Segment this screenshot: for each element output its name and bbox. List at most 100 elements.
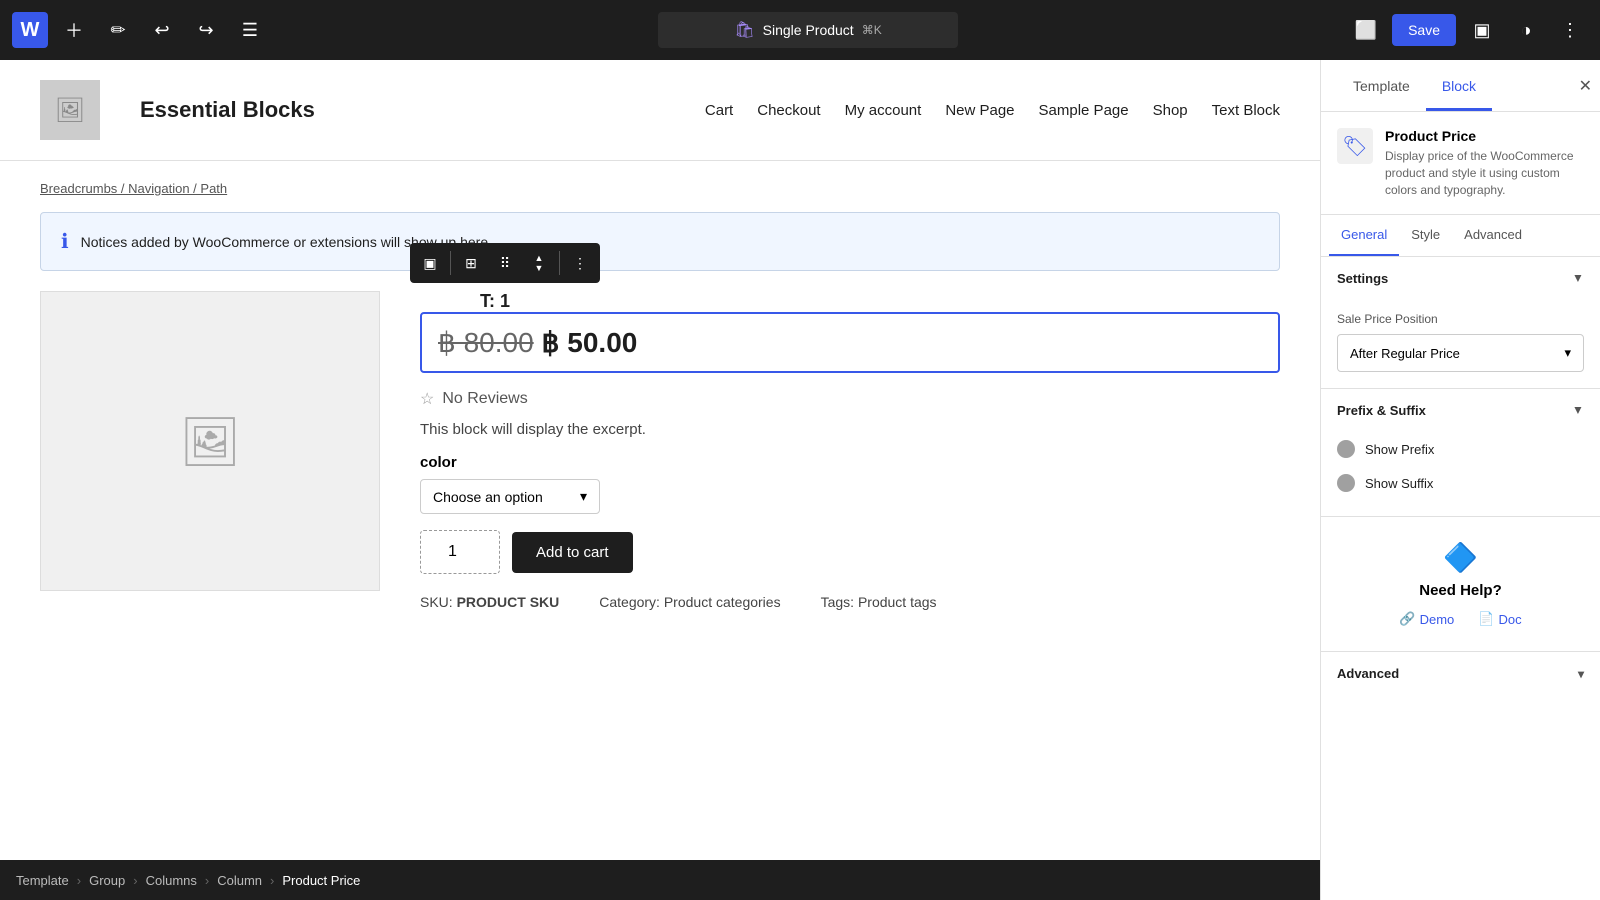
regular-price: ฿ 80.00 [438,326,534,359]
show-suffix-toggle[interactable] [1337,474,1355,492]
category-value: Product categories [664,594,781,610]
prefix-suffix-label: Prefix & Suffix [1337,403,1426,418]
quantity-input[interactable] [420,530,500,574]
tags-meta: Tags: Product tags [821,594,937,610]
block-info: 🏷 Product Price Display price of the Woo… [1321,112,1600,215]
demo-link[interactable]: 🔗 Demo [1399,611,1454,627]
doc-icon: 📄 [1478,611,1494,627]
breadcrumb-product-price[interactable]: Product Price [282,873,360,888]
price-box[interactable]: ฿ 80.00 ฿ 50.00 [420,312,1280,373]
nav-textblock[interactable]: Text Block [1212,102,1280,119]
redo-button[interactable]: ↪ [188,12,224,48]
nav-newpage[interactable]: New Page [945,102,1014,119]
nav-samplepage[interactable]: Sample Page [1039,102,1129,119]
inner-tabs: General Style Advanced [1321,215,1600,257]
sale-price-position-dropdown[interactable]: After Regular Price ▾ [1337,334,1584,372]
site-logo: 🖼 [40,80,100,140]
product-meta: SKU: PRODUCT SKU Category: Product categ… [420,594,1280,610]
save-button[interactable]: Save [1392,14,1456,46]
block-type-button[interactable]: ▣ [414,247,446,279]
block-more-button[interactable]: ⋮ [564,247,596,279]
prefix-suffix-header[interactable]: Prefix & Suffix ▲ [1321,389,1600,432]
add-block-button[interactable]: ＋ [56,12,92,48]
block-title: Product Price [1385,128,1584,144]
wp-logo: W [12,12,48,48]
more-options-button[interactable]: ⋮ [1552,12,1588,48]
breadcrumb-sep-4: › [270,873,274,888]
block-move-button[interactable]: ⠿ [489,247,521,279]
undo-button[interactable]: ↩ [144,12,180,48]
page-title-button[interactable]: 🛍 Single Product ⌘K [658,12,958,48]
help-links: 🔗 Demo 📄 Doc [1337,611,1584,627]
contrast-button[interactable]: ◑ [1508,12,1544,48]
nav-shop[interactable]: Shop [1153,102,1188,119]
sku-value: PRODUCT SKU [457,594,560,610]
site-header: 🖼 Essential Blocks Cart Checkout My acco… [0,60,1320,161]
tags-value: Product tags [858,594,937,610]
site-name: Essential Blocks [140,97,315,123]
tab-general[interactable]: General [1329,215,1399,256]
breadcrumb-column[interactable]: Column [217,873,262,888]
advanced-label: Advanced [1337,666,1399,681]
color-select-chevron: ▾ [580,488,587,505]
settings-chevron: ▲ [1572,272,1584,286]
panel-content: 🏷 Product Price Display price of the Woo… [1321,112,1600,900]
nav-cart[interactable]: Cart [705,102,733,119]
top-bar-center: 🛍 Single Product ⌘K [276,12,1340,48]
block-toolbar: ▣ ⊞ ⠿ ▲▼ ⋮ [410,243,600,283]
tab-template[interactable]: Template [1337,60,1426,111]
page-content: Breadcrumbs / Navigation / Path ℹ Notice… [0,161,1320,630]
breadcrumb-sep-1: › [77,873,81,888]
prefix-suffix-section: Prefix & Suffix ▲ Show Prefix Show Suffi… [1321,389,1600,517]
notice-box: ℹ Notices added by WooCommerce or extens… [40,212,1280,271]
sale-price: ฿ 50.00 [542,326,638,359]
nav-checkout[interactable]: Checkout [757,102,820,119]
canvas-area: 🖼 Essential Blocks Cart Checkout My acco… [0,60,1320,900]
add-to-cart-button[interactable]: Add to cart [512,532,633,573]
prefix-suffix-chevron: ▲ [1572,404,1584,418]
site-preview: 🖼 Essential Blocks Cart Checkout My acco… [0,60,1320,860]
sale-price-position-value: After Regular Price [1350,346,1460,361]
notice-icon: ℹ [61,229,69,254]
top-bar-right: ⬜ Save ▣ ◑ ⋮ [1348,12,1588,48]
breadcrumb-columns[interactable]: Columns [146,873,197,888]
breadcrumb-template[interactable]: Template [16,873,69,888]
edit-tools-button[interactable]: ✏ [100,12,136,48]
advanced-section[interactable]: Advanced ▾ [1321,652,1600,695]
help-title: Need Help? [1337,582,1584,599]
site-nav: Cart Checkout My account New Page Sample… [705,102,1280,119]
help-icon: 🔷 [1337,541,1584,574]
color-label: color [420,454,1280,471]
tab-style[interactable]: Style [1399,215,1452,256]
settings-header[interactable]: Settings ▲ [1321,257,1600,300]
demo-icon: 🔗 [1399,611,1415,627]
reviews-row: ☆ No Reviews [420,389,1280,409]
main-layout: 🖼 Essential Blocks Cart Checkout My acco… [0,60,1600,900]
block-updown-button[interactable]: ▲▼ [523,247,555,279]
page-title-text: Single Product [763,22,854,38]
tab-advanced[interactable]: Advanced [1452,215,1534,256]
tab-block[interactable]: Block [1426,60,1492,111]
breadcrumb[interactable]: Breadcrumbs / Navigation / Path [40,181,1280,196]
color-select[interactable]: Choose an option ▾ [420,479,600,514]
doc-link[interactable]: 📄 Doc [1478,611,1521,627]
category-meta: Category: Product categories [599,594,780,610]
list-view-button[interactable]: ☰ [232,12,268,48]
show-prefix-toggle[interactable] [1337,440,1355,458]
breadcrumb-sep-2: › [133,873,137,888]
reviews-text: No Reviews [442,390,527,408]
block-align-button[interactable]: ⊞ [455,247,487,279]
block-view-button[interactable]: ▣ [1464,12,1500,48]
star-icon: ☆ [420,389,434,409]
demo-label: Demo [1420,612,1455,627]
show-prefix-row: Show Prefix [1337,432,1584,466]
settings-label: Settings [1337,271,1388,286]
nav-myaccount[interactable]: My account [845,102,922,119]
product-details-col: ▣ ⊞ ⠿ ▲▼ ⋮ T: 1 [420,291,1280,610]
show-prefix-label: Show Prefix [1365,442,1434,457]
block-toolbar-title: T: 1 [480,291,1280,312]
toolbar-divider2 [559,251,560,275]
breadcrumb-group[interactable]: Group [89,873,125,888]
panel-close-button[interactable]: ✕ [1579,76,1592,96]
preview-button[interactable]: ⬜ [1348,12,1384,48]
